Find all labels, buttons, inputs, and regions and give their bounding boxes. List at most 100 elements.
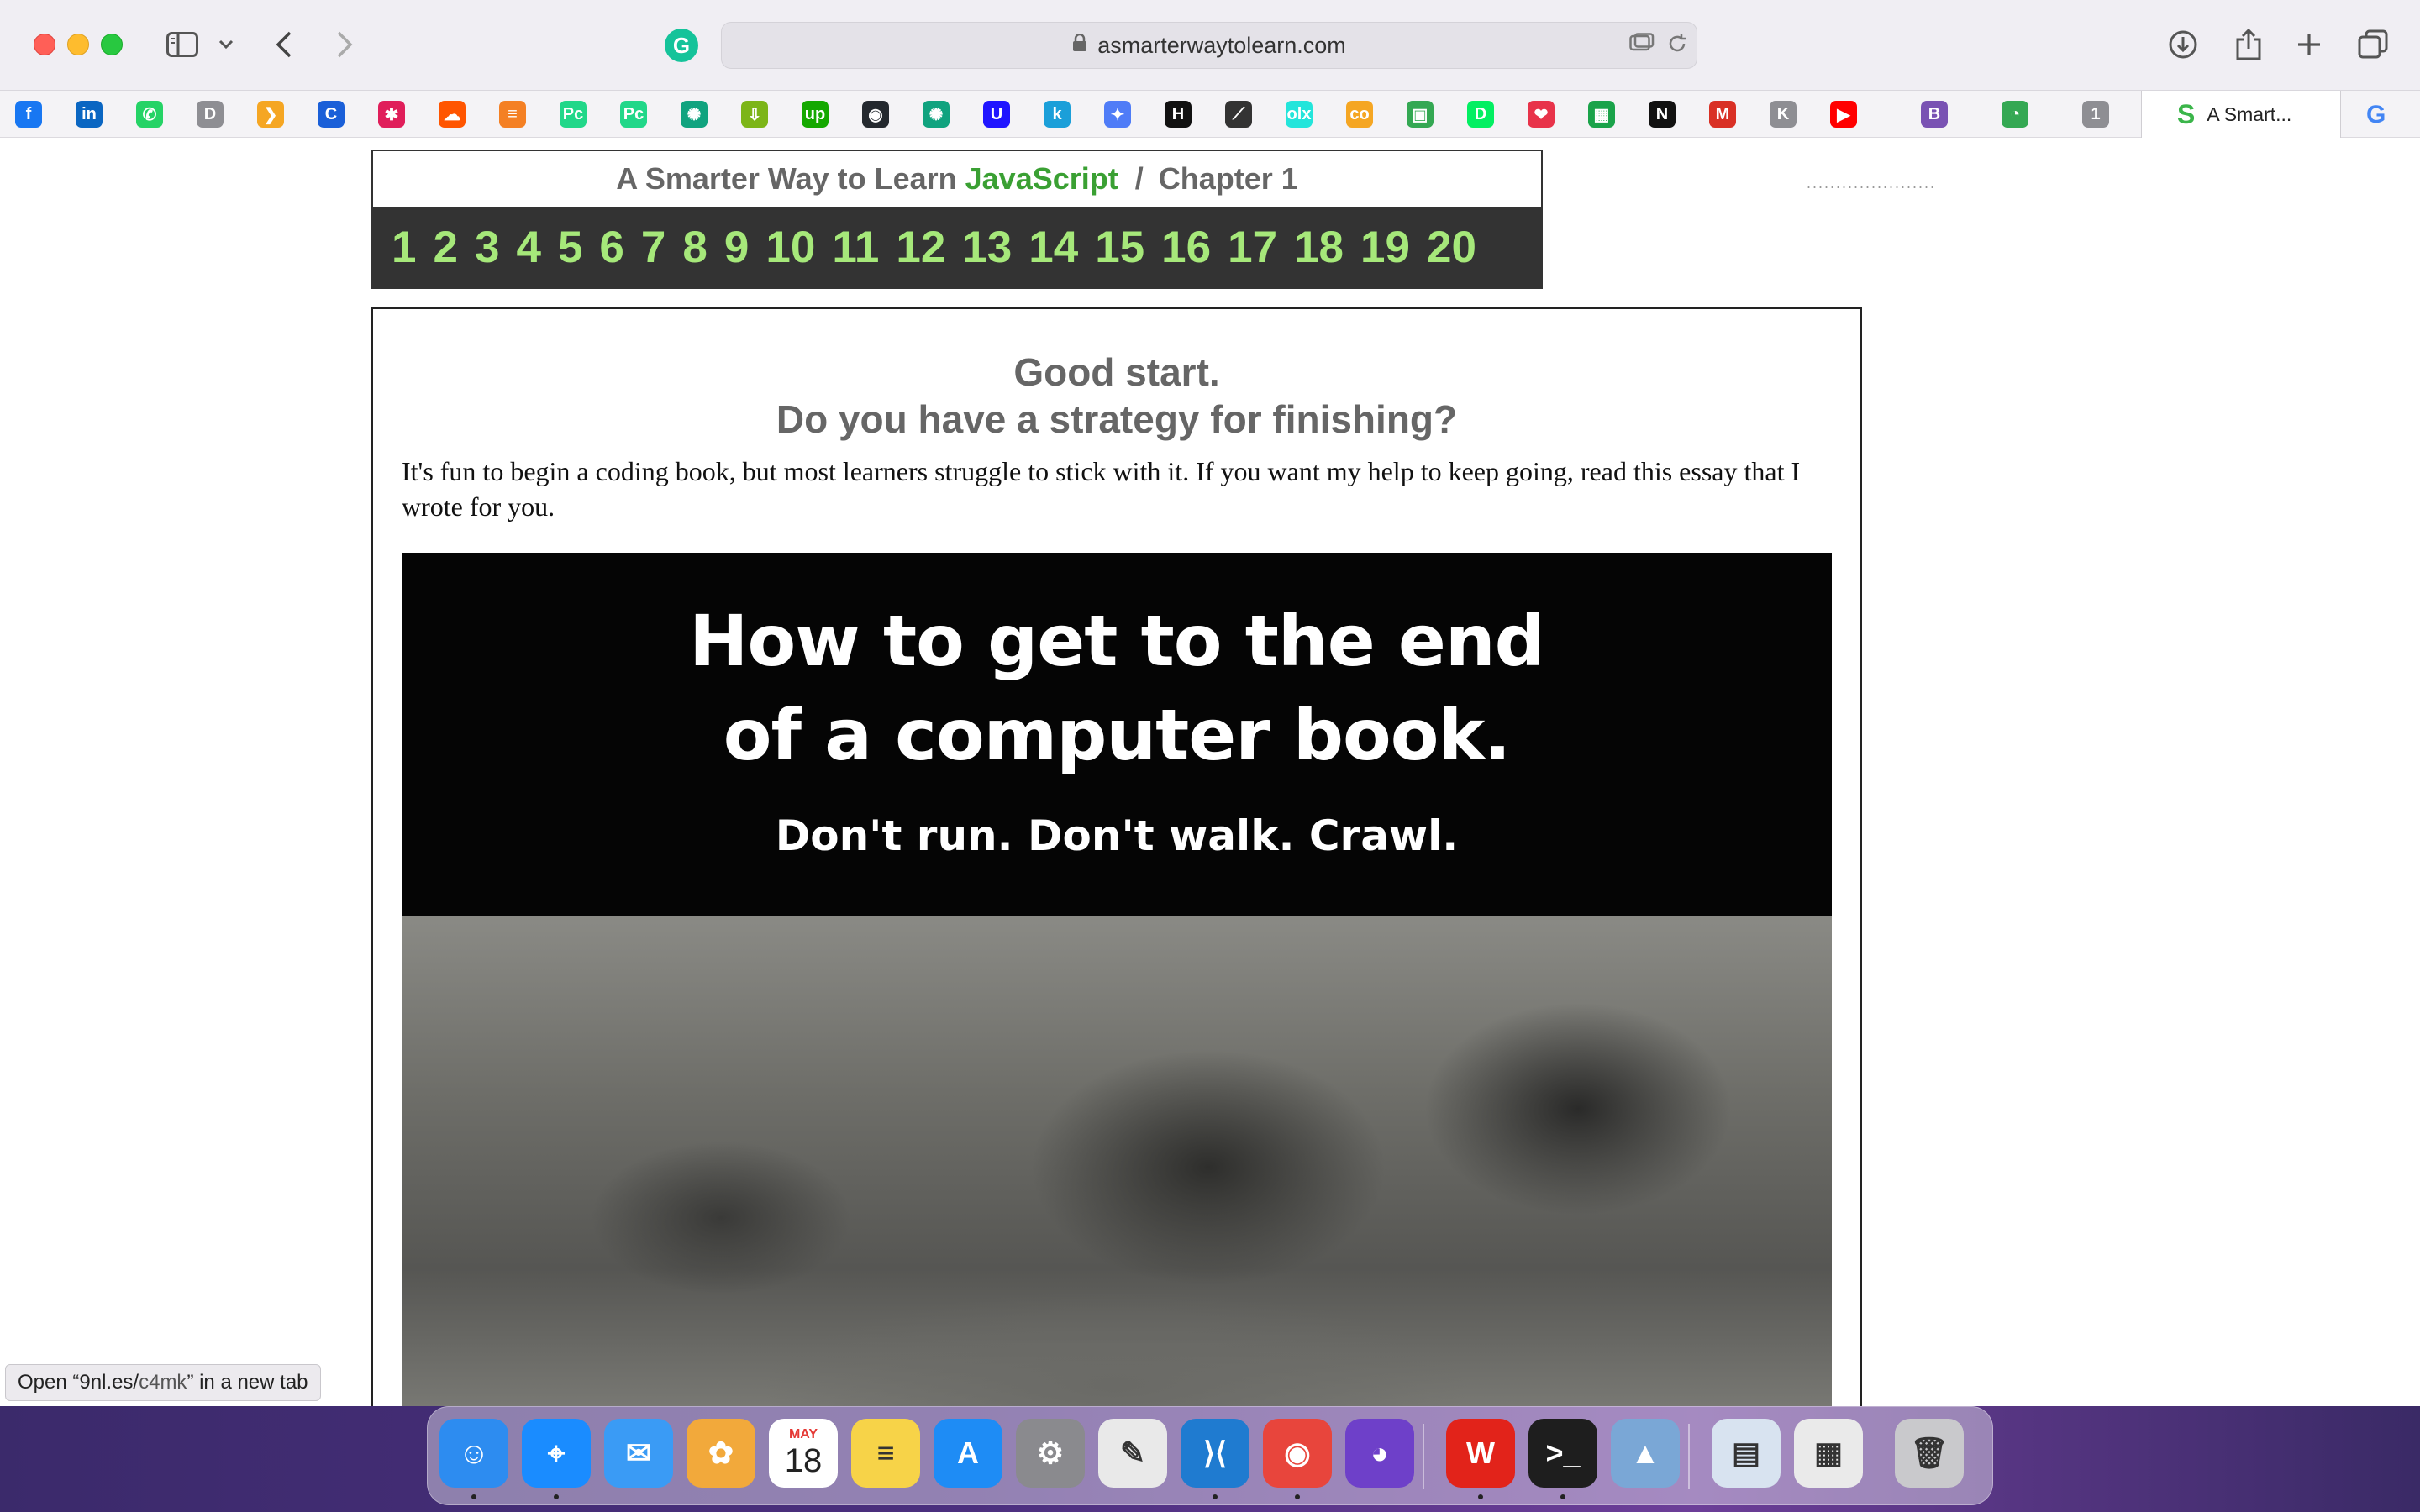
window-zoom-button[interactable] xyxy=(101,34,123,55)
new-tab-plus-icon[interactable] xyxy=(2292,25,2326,64)
chapter-link-4[interactable]: 4 xyxy=(516,222,540,273)
status-path: c4mk xyxy=(139,1371,187,1394)
system-settings-icon[interactable]: ⚙ xyxy=(1016,1419,1085,1488)
chapter-link-20[interactable]: 20 xyxy=(1427,222,1476,273)
github-icon[interactable]: ◉ xyxy=(862,101,889,128)
address-bar[interactable]: asmarterwaytolearn.com xyxy=(721,22,1697,69)
olx-icon[interactable]: olx xyxy=(1286,101,1313,128)
running-indicator-dot xyxy=(554,1494,559,1499)
safari-icon[interactable]: ⌖ xyxy=(522,1419,591,1488)
notion-icon[interactable]: N xyxy=(1649,101,1676,128)
chapter-link-6[interactable]: 6 xyxy=(599,222,623,273)
orange-bookmark-icon[interactable]: ❯ xyxy=(257,101,284,128)
chapter-link-3[interactable]: 3 xyxy=(475,222,499,273)
downloads-stack-icon[interactable]: ▤ xyxy=(1712,1419,1781,1488)
notes-icon[interactable]: ≡ xyxy=(851,1419,920,1488)
chapter-link-12[interactable]: 12 xyxy=(896,222,945,273)
documents-stack-icon[interactable]: ▦ xyxy=(1794,1419,1863,1488)
youtube-icon[interactable]: ▶ xyxy=(1830,101,1857,128)
linkedin-icon[interactable]: in xyxy=(76,101,103,128)
share-icon[interactable] xyxy=(2232,25,2265,64)
wps-office-icon[interactable]: W xyxy=(1446,1419,1515,1488)
gmail-icon[interactable]: M xyxy=(1709,101,1736,128)
hackerrank-icon[interactable]: H xyxy=(1165,101,1192,128)
k-grey-icon[interactable]: K xyxy=(1770,101,1797,128)
window-close-button[interactable] xyxy=(34,34,55,55)
pycharm-icon[interactable]: Pc xyxy=(560,101,587,128)
download-icon[interactable]: ⇩ xyxy=(741,101,768,128)
one-icon[interactable]: 1 xyxy=(2082,101,2109,128)
chapter-link-7[interactable]: 7 xyxy=(641,222,666,273)
heart-icon[interactable]: ❤ xyxy=(1528,101,1555,128)
calendar-month: MAY xyxy=(788,1427,818,1441)
chapter-link-5[interactable]: 5 xyxy=(558,222,582,273)
chapter-link-14[interactable]: 14 xyxy=(1028,222,1078,273)
chapter-link-13[interactable]: 13 xyxy=(962,222,1012,273)
soundcloud-icon[interactable]: ☁ xyxy=(439,101,466,128)
book-language-link[interactable]: JavaScript xyxy=(965,161,1118,197)
chapter-link-9[interactable]: 9 xyxy=(724,222,749,273)
vscode-icon[interactable]: ⟩⟨ xyxy=(1181,1419,1249,1488)
chrome-icon[interactable]: ◉ xyxy=(1263,1419,1332,1488)
chapter-link-11[interactable]: 11 xyxy=(832,222,879,273)
slack-icon[interactable]: ✱ xyxy=(378,101,405,128)
google-tab-icon[interactable]: G xyxy=(2366,101,2386,129)
coursera-icon[interactable]: co xyxy=(1346,101,1373,128)
photos-icon[interactable]: ✿ xyxy=(687,1419,755,1488)
running-indicator-dot xyxy=(1478,1494,1483,1499)
terminal-icon[interactable]: >_ xyxy=(1528,1419,1597,1488)
chapter-link-2[interactable]: 2 xyxy=(433,222,457,273)
preview-icon[interactable]: ▲ xyxy=(1611,1419,1680,1488)
chapter-link-10[interactable]: 10 xyxy=(765,222,815,273)
app-store-icon[interactable]: A xyxy=(934,1419,1002,1488)
k-icon[interactable]: k xyxy=(1044,101,1071,128)
tab-overview-icon[interactable] xyxy=(2356,25,2390,64)
essay-link[interactable]: It's fun to begin a coding book, but mos… xyxy=(402,456,1800,522)
chapter-link-16[interactable]: 16 xyxy=(1161,222,1211,273)
forward-button[interactable] xyxy=(329,25,360,64)
udacity-icon[interactable]: U xyxy=(983,101,1010,128)
chapter-link-17[interactable]: 17 xyxy=(1228,222,1277,273)
pycharm-alt-icon[interactable]: Pc xyxy=(620,101,647,128)
chapter-link-1[interactable]: 1 xyxy=(392,222,416,273)
green-grid-icon[interactable]: ▦ xyxy=(1588,101,1615,128)
stackoverflow-icon[interactable]: ≡ xyxy=(499,101,526,128)
essay-banner-image[interactable]: How to get to the end of a computer book… xyxy=(402,553,1832,1418)
downloads-icon[interactable] xyxy=(2166,25,2200,64)
sidebar-toggle-icon[interactable] xyxy=(163,25,202,64)
d-icon[interactable]: D xyxy=(197,101,224,128)
codewars-icon[interactable]: ⟋ xyxy=(1225,101,1252,128)
trash-icon[interactable]: 🗑 xyxy=(1895,1419,1964,1488)
back-button[interactable] xyxy=(269,25,299,64)
gemini-icon[interactable]: ✦ xyxy=(1104,101,1131,128)
whatsapp-icon[interactable]: ✆ xyxy=(136,101,163,128)
datacamp-icon[interactable]: D xyxy=(1467,101,1494,128)
window-minimize-button[interactable] xyxy=(67,34,89,55)
chevron-down-icon[interactable] xyxy=(215,25,237,64)
grammarly-extension-icon[interactable]: G xyxy=(665,29,698,62)
c-icon[interactable]: C xyxy=(318,101,345,128)
promo-intro-text[interactable]: It's fun to begin a coding book, but mos… xyxy=(402,454,1830,524)
chapter-link-8[interactable]: 8 xyxy=(682,222,707,273)
running-indicator-dot xyxy=(1213,1494,1218,1499)
mail-icon[interactable]: ✉ xyxy=(604,1419,673,1488)
chapter-link-15[interactable]: 15 xyxy=(1095,222,1144,273)
finder-icon[interactable]: ☺ xyxy=(439,1419,508,1488)
upwork-icon[interactable]: up xyxy=(802,101,829,128)
chatgpt-icon[interactable]: ✺ xyxy=(681,101,708,128)
bootstrap-icon[interactable]: B xyxy=(1921,101,1948,128)
textedit-icon[interactable]: ✎ xyxy=(1098,1419,1167,1488)
classroom-icon[interactable]: ▣ xyxy=(1407,101,1434,128)
chapter-link-18[interactable]: 18 xyxy=(1294,222,1344,273)
openai-icon[interactable]: ✺ xyxy=(923,101,950,128)
reader-view-icon[interactable] xyxy=(1629,33,1655,53)
reload-icon[interactable] xyxy=(1666,33,1688,55)
lock-icon xyxy=(1072,33,1087,57)
calendar-icon[interactable]: MAY 18 xyxy=(769,1419,838,1488)
tab-asmarterwaytolearn[interactable]: S A Smart... xyxy=(2141,91,2341,138)
github-desktop-icon[interactable]: ◕ xyxy=(1345,1419,1414,1488)
chapter-link-19[interactable]: 19 xyxy=(1360,222,1410,273)
facebook-icon[interactable]: f xyxy=(15,101,42,128)
calendar-day: 18 xyxy=(784,1442,823,1479)
drive-icon[interactable]: ◔ xyxy=(2002,101,2028,128)
